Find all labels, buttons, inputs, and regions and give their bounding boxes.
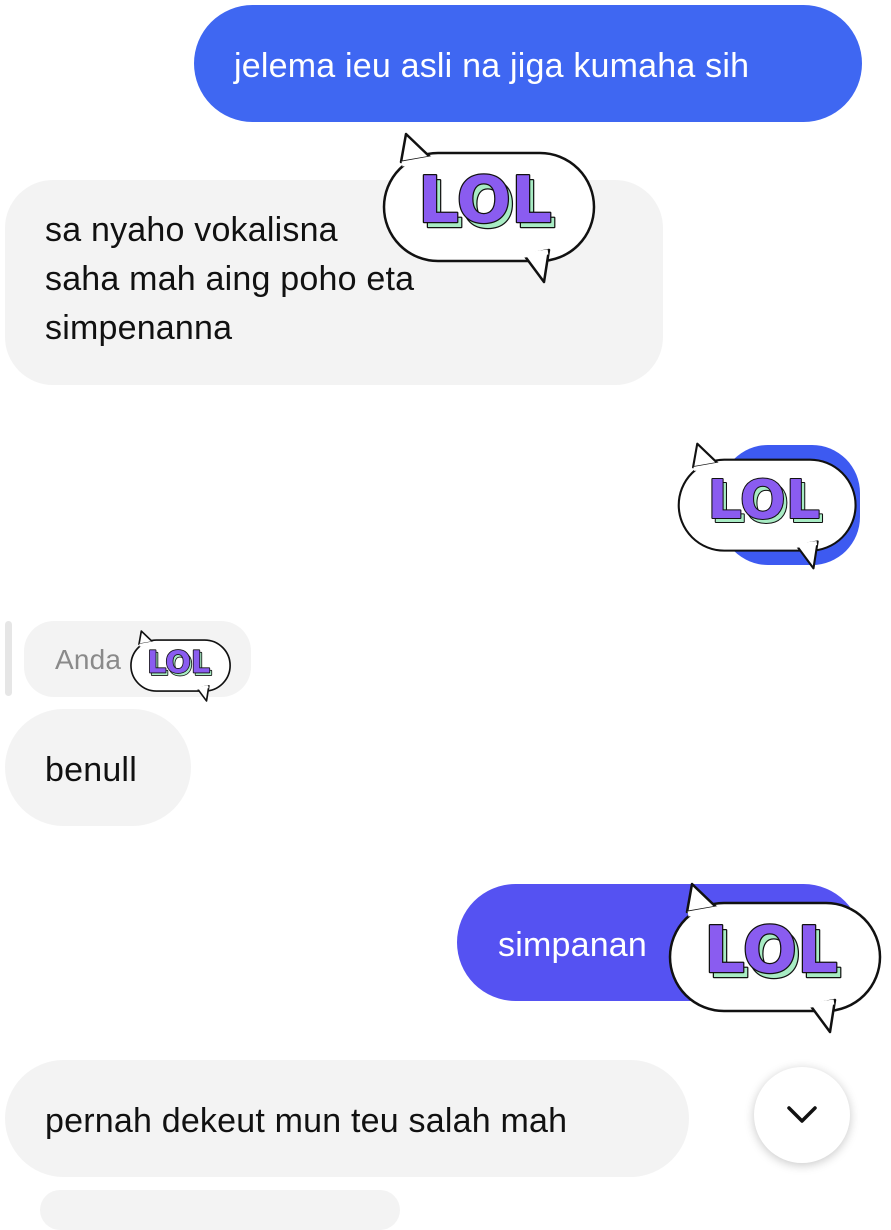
message-text: benull <box>45 751 137 789</box>
incoming-message-bubble[interactable] <box>40 1190 400 1230</box>
svg-text:LOL: LOL <box>708 468 821 531</box>
scroll-down-button[interactable] <box>754 1067 850 1163</box>
message-text: jelema ieu asli na jiga kumaha sih <box>234 47 750 85</box>
svg-text:LOL: LOL <box>418 164 552 238</box>
lol-sticker[interactable]: LOL LOL <box>668 882 884 1034</box>
chevron-down-icon <box>787 1106 817 1123</box>
lol-sticker-icon: LOL LOL <box>382 132 596 284</box>
lol-sticker[interactable]: LOL LOL <box>382 132 598 284</box>
reply-indicator-bar <box>5 621 12 696</box>
message-text: pernah dekeut mun teu salah mah <box>45 1102 568 1140</box>
svg-text:LOL: LOL <box>147 646 210 681</box>
lol-sticker-icon: LOL LOL <box>668 882 882 1034</box>
outgoing-message-bubble[interactable]: jelema ieu asli na jiga kumaha sih <box>194 5 862 122</box>
lol-sticker-icon: LOL LOL <box>130 630 231 702</box>
lol-sticker-icon: LOL LOL <box>677 442 857 570</box>
incoming-message-bubble[interactable]: benull <box>5 709 191 826</box>
lol-sticker[interactable]: LOL LOL <box>130 630 232 702</box>
svg-text:LOL: LOL <box>704 914 838 988</box>
lol-sticker[interactable]: LOL LOL <box>676 442 860 570</box>
incoming-message-bubble[interactable]: pernah dekeut mun teu salah mah <box>5 1060 689 1177</box>
message-text-line: simpenanna <box>45 309 233 347</box>
